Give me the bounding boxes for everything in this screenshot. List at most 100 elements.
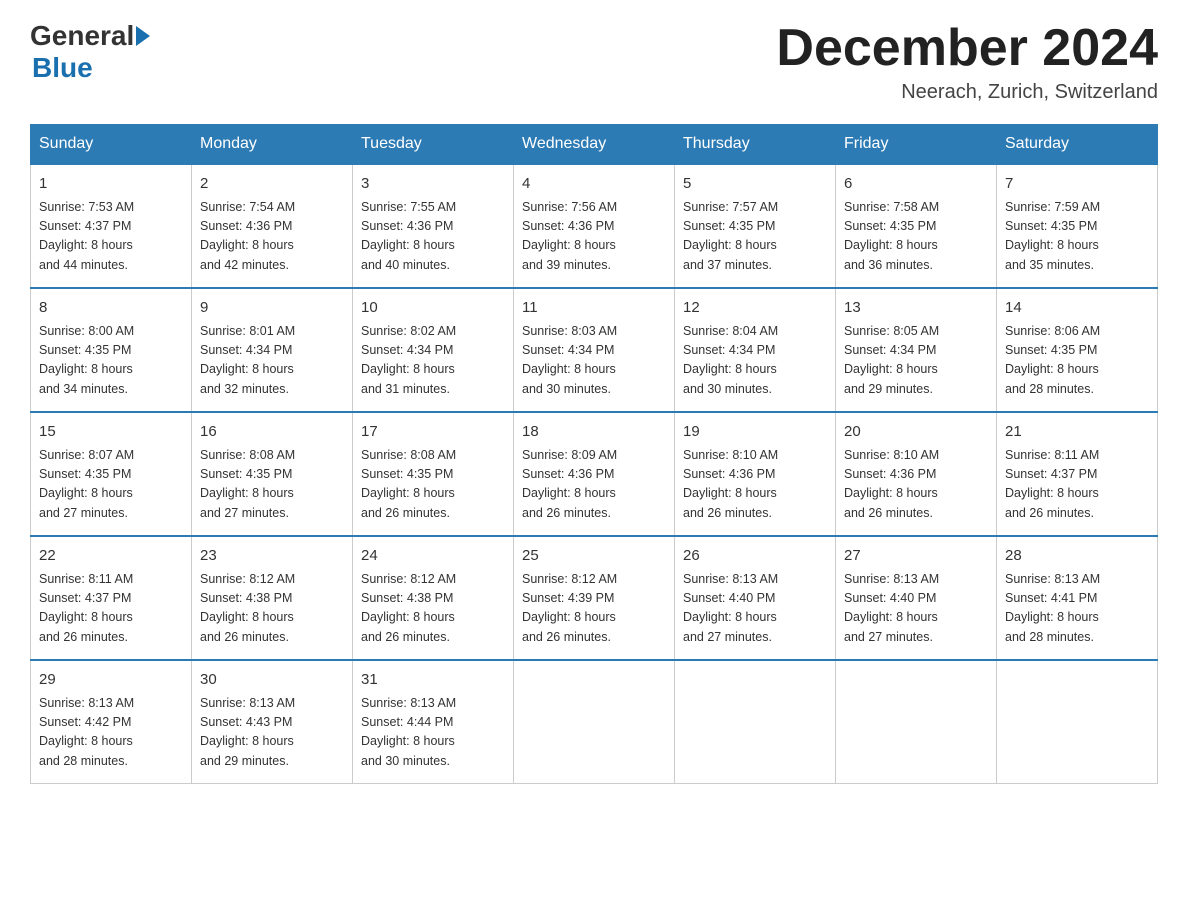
day-cell: 23 Sunrise: 8:12 AM Sunset: 4:38 PM Dayl… (192, 536, 353, 660)
day-cell: 13 Sunrise: 8:05 AM Sunset: 4:34 PM Dayl… (836, 288, 997, 412)
day-number: 17 (361, 421, 505, 444)
day-number: 30 (200, 669, 344, 692)
day-number: 26 (683, 545, 827, 568)
day-cell: 25 Sunrise: 8:12 AM Sunset: 4:39 PM Dayl… (514, 536, 675, 660)
day-cell: 20 Sunrise: 8:10 AM Sunset: 4:36 PM Dayl… (836, 412, 997, 536)
day-info: Sunrise: 7:57 AM Sunset: 4:35 PM Dayligh… (683, 198, 827, 276)
day-cell: 10 Sunrise: 8:02 AM Sunset: 4:34 PM Dayl… (353, 288, 514, 412)
day-number: 25 (522, 545, 666, 568)
day-number: 9 (200, 297, 344, 320)
day-info: Sunrise: 8:10 AM Sunset: 4:36 PM Dayligh… (683, 446, 827, 524)
day-info: Sunrise: 7:53 AM Sunset: 4:37 PM Dayligh… (39, 198, 183, 276)
day-cell: 2 Sunrise: 7:54 AM Sunset: 4:36 PM Dayli… (192, 164, 353, 288)
day-info: Sunrise: 8:12 AM Sunset: 4:38 PM Dayligh… (200, 570, 344, 648)
day-number: 24 (361, 545, 505, 568)
logo-general-text: General (30, 20, 134, 52)
calendar-body: 1 Sunrise: 7:53 AM Sunset: 4:37 PM Dayli… (31, 164, 1158, 784)
day-info: Sunrise: 7:54 AM Sunset: 4:36 PM Dayligh… (200, 198, 344, 276)
day-number: 4 (522, 173, 666, 196)
day-number: 20 (844, 421, 988, 444)
day-cell: 26 Sunrise: 8:13 AM Sunset: 4:40 PM Dayl… (675, 536, 836, 660)
day-cell: 16 Sunrise: 8:08 AM Sunset: 4:35 PM Dayl… (192, 412, 353, 536)
day-info: Sunrise: 7:55 AM Sunset: 4:36 PM Dayligh… (361, 198, 505, 276)
day-info: Sunrise: 8:06 AM Sunset: 4:35 PM Dayligh… (1005, 322, 1149, 400)
header-cell-friday: Friday (836, 125, 997, 165)
day-info: Sunrise: 8:11 AM Sunset: 4:37 PM Dayligh… (39, 570, 183, 648)
week-row-3: 15 Sunrise: 8:07 AM Sunset: 4:35 PM Dayl… (31, 412, 1158, 536)
logo-blue-text: Blue (32, 52, 93, 83)
logo-arrow-icon (136, 26, 150, 46)
day-number: 2 (200, 173, 344, 196)
week-row-4: 22 Sunrise: 8:11 AM Sunset: 4:37 PM Dayl… (31, 536, 1158, 660)
day-number: 5 (683, 173, 827, 196)
day-number: 14 (1005, 297, 1149, 320)
day-number: 7 (1005, 173, 1149, 196)
day-cell: 22 Sunrise: 8:11 AM Sunset: 4:37 PM Dayl… (31, 536, 192, 660)
header-cell-sunday: Sunday (31, 125, 192, 165)
month-title: December 2024 (776, 20, 1158, 77)
day-number: 31 (361, 669, 505, 692)
day-number: 28 (1005, 545, 1149, 568)
day-number: 6 (844, 173, 988, 196)
day-cell: 15 Sunrise: 8:07 AM Sunset: 4:35 PM Dayl… (31, 412, 192, 536)
day-info: Sunrise: 8:10 AM Sunset: 4:36 PM Dayligh… (844, 446, 988, 524)
day-info: Sunrise: 8:13 AM Sunset: 4:40 PM Dayligh… (683, 570, 827, 648)
day-cell: 7 Sunrise: 7:59 AM Sunset: 4:35 PM Dayli… (997, 164, 1158, 288)
day-info: Sunrise: 8:08 AM Sunset: 4:35 PM Dayligh… (361, 446, 505, 524)
day-number: 29 (39, 669, 183, 692)
day-info: Sunrise: 8:13 AM Sunset: 4:41 PM Dayligh… (1005, 570, 1149, 648)
header-cell-thursday: Thursday (675, 125, 836, 165)
day-number: 8 (39, 297, 183, 320)
day-number: 16 (200, 421, 344, 444)
day-info: Sunrise: 8:13 AM Sunset: 4:43 PM Dayligh… (200, 694, 344, 772)
header-cell-tuesday: Tuesday (353, 125, 514, 165)
day-cell (514, 660, 675, 784)
day-cell: 28 Sunrise: 8:13 AM Sunset: 4:41 PM Dayl… (997, 536, 1158, 660)
day-cell: 29 Sunrise: 8:13 AM Sunset: 4:42 PM Dayl… (31, 660, 192, 784)
day-cell: 19 Sunrise: 8:10 AM Sunset: 4:36 PM Dayl… (675, 412, 836, 536)
day-number: 1 (39, 173, 183, 196)
day-info: Sunrise: 8:13 AM Sunset: 4:42 PM Dayligh… (39, 694, 183, 772)
day-info: Sunrise: 7:59 AM Sunset: 4:35 PM Dayligh… (1005, 198, 1149, 276)
day-cell: 6 Sunrise: 7:58 AM Sunset: 4:35 PM Dayli… (836, 164, 997, 288)
header-cell-monday: Monday (192, 125, 353, 165)
day-cell: 4 Sunrise: 7:56 AM Sunset: 4:36 PM Dayli… (514, 164, 675, 288)
day-number: 10 (361, 297, 505, 320)
calendar-table: SundayMondayTuesdayWednesdayThursdayFrid… (30, 124, 1158, 784)
day-cell: 24 Sunrise: 8:12 AM Sunset: 4:38 PM Dayl… (353, 536, 514, 660)
day-info: Sunrise: 8:04 AM Sunset: 4:34 PM Dayligh… (683, 322, 827, 400)
day-number: 27 (844, 545, 988, 568)
day-info: Sunrise: 8:01 AM Sunset: 4:34 PM Dayligh… (200, 322, 344, 400)
day-info: Sunrise: 8:03 AM Sunset: 4:34 PM Dayligh… (522, 322, 666, 400)
day-info: Sunrise: 8:11 AM Sunset: 4:37 PM Dayligh… (1005, 446, 1149, 524)
day-cell: 9 Sunrise: 8:01 AM Sunset: 4:34 PM Dayli… (192, 288, 353, 412)
day-cell: 27 Sunrise: 8:13 AM Sunset: 4:40 PM Dayl… (836, 536, 997, 660)
day-cell: 5 Sunrise: 7:57 AM Sunset: 4:35 PM Dayli… (675, 164, 836, 288)
day-info: Sunrise: 8:13 AM Sunset: 4:40 PM Dayligh… (844, 570, 988, 648)
day-number: 15 (39, 421, 183, 444)
calendar-header: SundayMondayTuesdayWednesdayThursdayFrid… (31, 125, 1158, 165)
day-cell: 12 Sunrise: 8:04 AM Sunset: 4:34 PM Dayl… (675, 288, 836, 412)
title-block: December 2024 Neerach, Zurich, Switzerla… (776, 20, 1158, 104)
day-number: 22 (39, 545, 183, 568)
page-header: General Blue December 2024 Neerach, Zuri… (30, 20, 1158, 104)
day-number: 13 (844, 297, 988, 320)
day-number: 19 (683, 421, 827, 444)
day-info: Sunrise: 8:12 AM Sunset: 4:38 PM Dayligh… (361, 570, 505, 648)
day-info: Sunrise: 8:05 AM Sunset: 4:34 PM Dayligh… (844, 322, 988, 400)
day-cell: 8 Sunrise: 8:00 AM Sunset: 4:35 PM Dayli… (31, 288, 192, 412)
day-number: 11 (522, 297, 666, 320)
week-row-1: 1 Sunrise: 7:53 AM Sunset: 4:37 PM Dayli… (31, 164, 1158, 288)
day-info: Sunrise: 8:09 AM Sunset: 4:36 PM Dayligh… (522, 446, 666, 524)
day-cell (675, 660, 836, 784)
day-info: Sunrise: 7:56 AM Sunset: 4:36 PM Dayligh… (522, 198, 666, 276)
day-cell (997, 660, 1158, 784)
day-info: Sunrise: 8:00 AM Sunset: 4:35 PM Dayligh… (39, 322, 183, 400)
day-info: Sunrise: 8:07 AM Sunset: 4:35 PM Dayligh… (39, 446, 183, 524)
day-cell: 30 Sunrise: 8:13 AM Sunset: 4:43 PM Dayl… (192, 660, 353, 784)
day-cell: 14 Sunrise: 8:06 AM Sunset: 4:35 PM Dayl… (997, 288, 1158, 412)
location-subtitle: Neerach, Zurich, Switzerland (776, 81, 1158, 104)
day-info: Sunrise: 8:12 AM Sunset: 4:39 PM Dayligh… (522, 570, 666, 648)
day-cell: 31 Sunrise: 8:13 AM Sunset: 4:44 PM Dayl… (353, 660, 514, 784)
day-cell: 11 Sunrise: 8:03 AM Sunset: 4:34 PM Dayl… (514, 288, 675, 412)
